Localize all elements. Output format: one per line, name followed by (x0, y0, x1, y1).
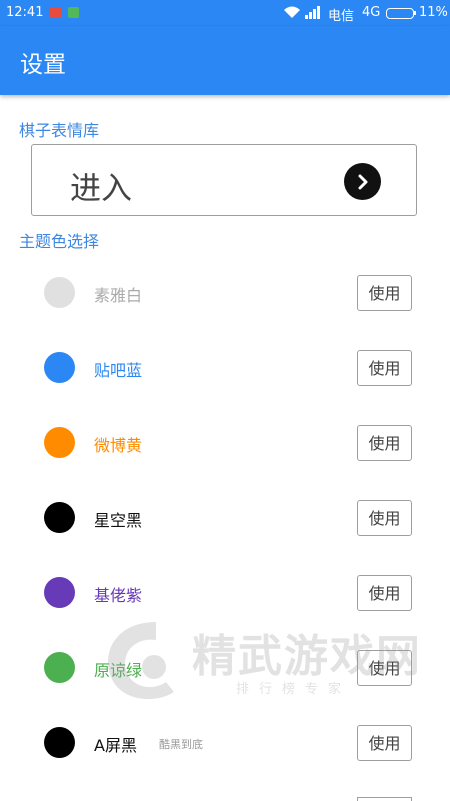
theme-row-blue: 贴吧蓝 使用 (0, 338, 450, 398)
theme-name: 微博黄 (94, 436, 143, 455)
theme-color-swatch (44, 652, 75, 683)
enter-emoji-library-button[interactable]: 进入 (31, 144, 417, 216)
theme-name: 贴吧蓝 (94, 361, 143, 380)
status-bar: 12:41 电信 4G 11% (0, 0, 450, 26)
theme-name: A屏黑 (94, 736, 137, 755)
theme-color-swatch (44, 427, 75, 458)
notification-icon (50, 7, 61, 18)
partial-use-button[interactable] (357, 797, 412, 801)
use-theme-button[interactable]: 使用 (357, 725, 412, 761)
theme-section-label: 主题色选择 (19, 232, 100, 251)
battery-percent: 11% (419, 5, 448, 20)
theme-name: 原谅绿 (94, 661, 143, 680)
app-bar: 设置 (0, 26, 450, 95)
emoji-section-label: 棋子表情库 (19, 121, 100, 140)
theme-color-swatch (44, 727, 75, 758)
theme-row-amoled-black: A屏黑 酷黑到底 使用 (0, 713, 450, 773)
use-theme-button[interactable]: 使用 (357, 425, 412, 461)
battery-nub-icon (414, 11, 416, 15)
wifi-icon (284, 6, 300, 18)
carrier-label: 电信 (328, 9, 355, 24)
theme-color-swatch (44, 577, 75, 608)
battery-icon (386, 8, 414, 19)
theme-row-black: 星空黑 使用 (0, 488, 450, 548)
theme-row-green: 原谅绿 使用 (0, 638, 450, 698)
use-theme-button[interactable]: 使用 (357, 275, 412, 311)
enter-label: 进入 (70, 171, 132, 207)
theme-name: 基佬紫 (94, 586, 143, 605)
theme-color-swatch (44, 277, 75, 308)
page-title: 设置 (20, 52, 66, 78)
app-notification-icon (68, 7, 79, 18)
theme-note: 酷黑到底 (159, 738, 203, 751)
use-theme-button[interactable]: 使用 (357, 575, 412, 611)
theme-name: 星空黑 (94, 511, 143, 530)
theme-row-white: 素雅白 使用 (0, 263, 450, 323)
status-time: 12:41 (6, 5, 44, 20)
theme-color-swatch (44, 502, 75, 533)
theme-color-swatch (44, 352, 75, 383)
use-theme-button[interactable]: 使用 (357, 650, 412, 686)
chevron-right-icon[interactable] (344, 163, 381, 200)
theme-row-purple: 基佬紫 使用 (0, 563, 450, 623)
theme-name: 素雅白 (94, 286, 143, 305)
signal-icon (305, 6, 320, 19)
use-theme-button[interactable]: 使用 (357, 500, 412, 536)
network-type: 4G (362, 5, 381, 20)
theme-row-yellow: 微博黄 使用 (0, 413, 450, 473)
use-theme-button[interactable]: 使用 (357, 350, 412, 386)
